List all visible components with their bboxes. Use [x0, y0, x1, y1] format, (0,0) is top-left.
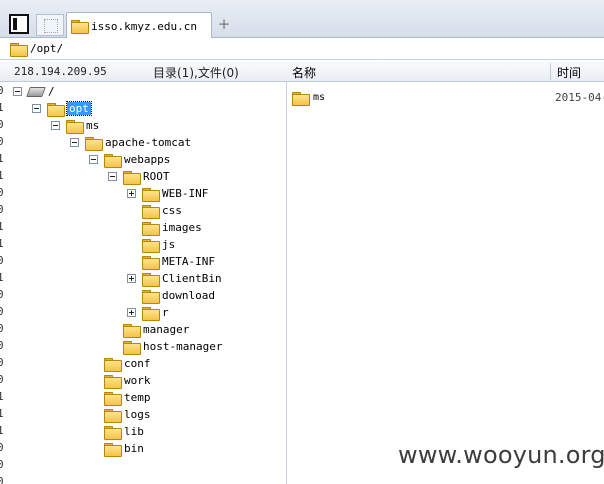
tree-node-label: conf: [124, 357, 151, 370]
tree-node-label: js: [162, 238, 176, 251]
folder-icon: [142, 238, 160, 253]
tree-node[interactable]: images: [127, 219, 202, 236]
folder-icon: [292, 91, 310, 106]
tree-node-label: images: [162, 221, 202, 234]
tree-node[interactable]: bin: [89, 440, 144, 457]
folder-icon: [104, 442, 122, 457]
tab-active[interactable]: isso.kmyz.edu.cn: [66, 12, 212, 39]
tree-node-label: lib: [124, 425, 144, 438]
folder-icon: [47, 102, 65, 117]
tree-node-label: host-manager: [143, 340, 223, 353]
collapse-icon[interactable]: [70, 138, 79, 147]
tree-node-label: opt: [66, 101, 92, 116]
tree-node-label: apache-tomcat: [105, 136, 192, 149]
tree-node[interactable]: css: [127, 202, 182, 219]
tree-node-label: ClientBin: [162, 272, 222, 285]
directory-summary: 目录(1),文件(0): [153, 66, 239, 80]
tab-label: isso.kmyz.edu.cn: [91, 19, 197, 33]
tree-node-label: ms: [86, 119, 100, 132]
tree-node-label: /: [48, 85, 55, 98]
column-divider[interactable]: [550, 63, 551, 80]
folder-icon: [71, 20, 89, 34]
tree-node-label: temp: [124, 391, 151, 404]
folder-icon: [123, 170, 141, 185]
tree-node[interactable]: conf: [89, 355, 151, 372]
folder-icon: [10, 42, 28, 57]
folder-icon: [104, 374, 122, 389]
folder-icon: [66, 119, 84, 134]
folder-icon: [142, 306, 160, 321]
folder-icon: [123, 340, 141, 355]
tree-node[interactable]: ROOT: [108, 168, 170, 185]
folder-icon: [142, 221, 160, 236]
tree-node[interactable]: logs: [89, 406, 151, 423]
tree-node[interactable]: manager: [108, 321, 189, 338]
expand-icon[interactable]: [127, 274, 136, 283]
file-name: ms: [313, 92, 326, 103]
expand-icon[interactable]: [127, 189, 136, 198]
tree-node-label: logs: [124, 408, 151, 421]
column-header-name[interactable]: 名称: [292, 64, 316, 81]
watermark: www.wooyun.org: [398, 441, 604, 469]
tree-node[interactable]: WEB-INF: [127, 185, 208, 202]
tree-node-label: META-INF: [162, 255, 215, 268]
file-time: 2015-04-: [555, 91, 604, 104]
collapse-icon[interactable]: [32, 104, 41, 113]
tree-node[interactable]: host-manager: [108, 338, 222, 355]
tree-node[interactable]: ClientBin: [127, 270, 222, 287]
panel-toggle-icon[interactable]: [9, 14, 29, 34]
folder-icon: [104, 391, 122, 406]
file-list: ms 2015-04-: [288, 82, 604, 484]
tree-node[interactable]: /: [13, 83, 55, 100]
tree-node-label: css: [162, 204, 182, 217]
tree-node[interactable]: webapps: [89, 151, 170, 168]
server-ip: 218.194.209.95: [14, 65, 107, 78]
tree-node[interactable]: META-INF: [127, 253, 215, 270]
tree-node-label: bin: [124, 442, 144, 455]
folder-icon: [104, 425, 122, 440]
drive-icon: [26, 86, 46, 97]
tree-node[interactable]: opt: [32, 100, 92, 117]
folder-icon: [142, 204, 160, 219]
tree-node-label: WEB-INF: [162, 187, 209, 200]
current-path: /opt/: [30, 42, 64, 55]
collapse-icon[interactable]: [89, 155, 98, 164]
folder-icon: [142, 289, 160, 304]
folder-icon: [104, 153, 122, 168]
tree-node[interactable]: r: [127, 304, 169, 321]
column-header-time[interactable]: 时间: [557, 64, 581, 81]
address-bar[interactable]: /opt/: [0, 38, 604, 60]
directory-tree: / opt ms apache-tomcat webapps ROOT WEB-INF css…: [6, 82, 287, 484]
folder-icon: [142, 187, 160, 202]
tree-node[interactable]: work: [89, 372, 151, 389]
tree-node[interactable]: download: [127, 287, 215, 304]
folder-icon: [104, 408, 122, 423]
add-tab-button[interactable]: +: [217, 14, 231, 34]
folder-icon: [142, 255, 160, 270]
file-row[interactable]: ms 2015-04-: [292, 89, 604, 106]
tree-node-label: manager: [143, 323, 190, 336]
tree-node-label: ROOT: [143, 170, 170, 183]
tree-node-label: download: [162, 289, 215, 302]
tree-node-label: work: [124, 374, 151, 387]
folder-icon: [123, 323, 141, 338]
tree-node[interactable]: temp: [89, 389, 151, 406]
tree-node[interactable]: lib: [89, 423, 144, 440]
expand-icon[interactable]: [127, 308, 136, 317]
collapse-icon[interactable]: [13, 87, 22, 96]
blank-tab[interactable]: [36, 14, 64, 36]
tab-bar: isso.kmyz.edu.cn +: [0, 0, 604, 39]
tree-node-label: webapps: [124, 153, 171, 166]
collapse-icon[interactable]: [51, 121, 60, 130]
tree-node[interactable]: js: [127, 236, 175, 253]
folder-icon: [142, 272, 160, 287]
tree-node-label: r: [162, 306, 169, 319]
header-row: 218.194.209.95 目录(1),文件(0) 名称 时间: [0, 61, 604, 82]
tree-node[interactable]: apache-tomcat: [70, 134, 191, 151]
folder-icon: [104, 357, 122, 372]
collapse-icon[interactable]: [108, 172, 117, 181]
folder-icon: [85, 136, 103, 151]
tree-node[interactable]: ms: [51, 117, 99, 134]
